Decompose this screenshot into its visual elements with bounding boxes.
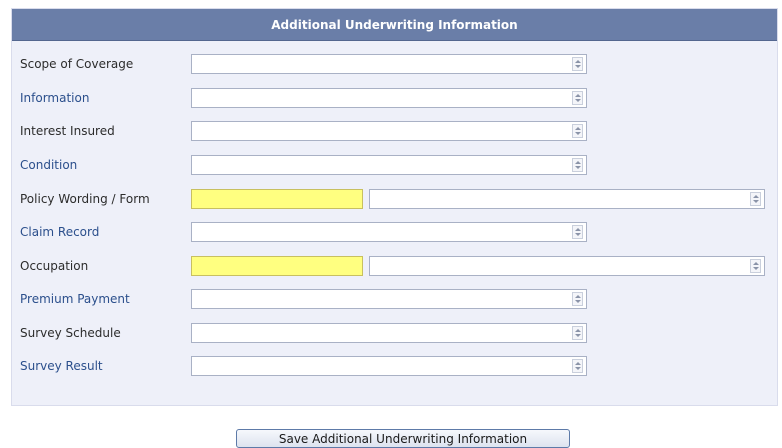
condition-label: Condition bbox=[20, 158, 78, 172]
scope-of-coverage-label: Scope of Coverage bbox=[20, 57, 134, 71]
premium-payment-field[interactable] bbox=[191, 289, 587, 309]
spin-up-icon bbox=[575, 329, 581, 332]
premium-payment-spinner[interactable] bbox=[572, 292, 583, 306]
condition-field[interactable] bbox=[191, 155, 587, 175]
survey-result-label: Survey Result bbox=[20, 359, 103, 373]
information-label: Information bbox=[20, 91, 90, 105]
spin-down-icon bbox=[575, 65, 581, 68]
spin-up-icon bbox=[575, 94, 581, 97]
occupation-code-field[interactable] bbox=[191, 256, 363, 276]
occupation-label: Occupation bbox=[20, 259, 89, 273]
spin-down-icon bbox=[575, 367, 581, 370]
spin-up-icon bbox=[575, 362, 581, 365]
survey-schedule-field[interactable] bbox=[191, 323, 587, 343]
save-underwriting-button[interactable]: Save Additional Underwriting Information bbox=[236, 429, 570, 448]
panel-title: Additional Underwriting Information bbox=[12, 9, 777, 41]
interest-insured-label: Interest Insured bbox=[20, 124, 115, 138]
policy-wording-spinner[interactable] bbox=[750, 192, 761, 206]
spin-up-icon bbox=[753, 262, 759, 265]
premium-payment-label: Premium Payment bbox=[20, 292, 130, 306]
spin-down-icon bbox=[753, 200, 759, 203]
spin-down-icon bbox=[575, 233, 581, 236]
information-field[interactable] bbox=[191, 88, 587, 108]
scope-of-coverage-field[interactable] bbox=[191, 54, 587, 74]
spin-up-icon bbox=[575, 127, 581, 130]
spin-up-icon bbox=[575, 161, 581, 164]
spin-down-icon bbox=[575, 99, 581, 102]
spin-down-icon bbox=[575, 300, 581, 303]
spin-down-icon bbox=[575, 166, 581, 169]
survey-schedule-spinner[interactable] bbox=[572, 326, 583, 340]
scope-of-coverage-spinner[interactable] bbox=[572, 57, 583, 71]
policy-wording-code-field[interactable] bbox=[191, 189, 363, 209]
occupation-spinner[interactable] bbox=[750, 259, 761, 273]
claim-record-label: Claim Record bbox=[20, 225, 100, 239]
policy-wording-field[interactable] bbox=[369, 189, 765, 209]
spin-up-icon bbox=[575, 228, 581, 231]
spin-up-icon bbox=[753, 195, 759, 198]
interest-insured-spinner[interactable] bbox=[572, 124, 583, 138]
spin-up-icon bbox=[575, 295, 581, 298]
spin-down-icon bbox=[575, 334, 581, 337]
claim-record-field[interactable] bbox=[191, 222, 587, 242]
information-spinner[interactable] bbox=[572, 91, 583, 105]
occupation-field[interactable] bbox=[369, 256, 765, 276]
claim-record-spinner[interactable] bbox=[572, 225, 583, 239]
spin-up-icon bbox=[575, 60, 581, 63]
survey-result-spinner[interactable] bbox=[572, 359, 583, 373]
survey-schedule-label: Survey Schedule bbox=[20, 326, 121, 340]
spin-down-icon bbox=[575, 132, 581, 135]
spin-down-icon bbox=[753, 267, 759, 270]
policy-wording-label: Policy Wording / Form bbox=[20, 192, 150, 206]
survey-result-field[interactable] bbox=[191, 356, 587, 376]
interest-insured-field[interactable] bbox=[191, 121, 587, 141]
condition-spinner[interactable] bbox=[572, 158, 583, 172]
